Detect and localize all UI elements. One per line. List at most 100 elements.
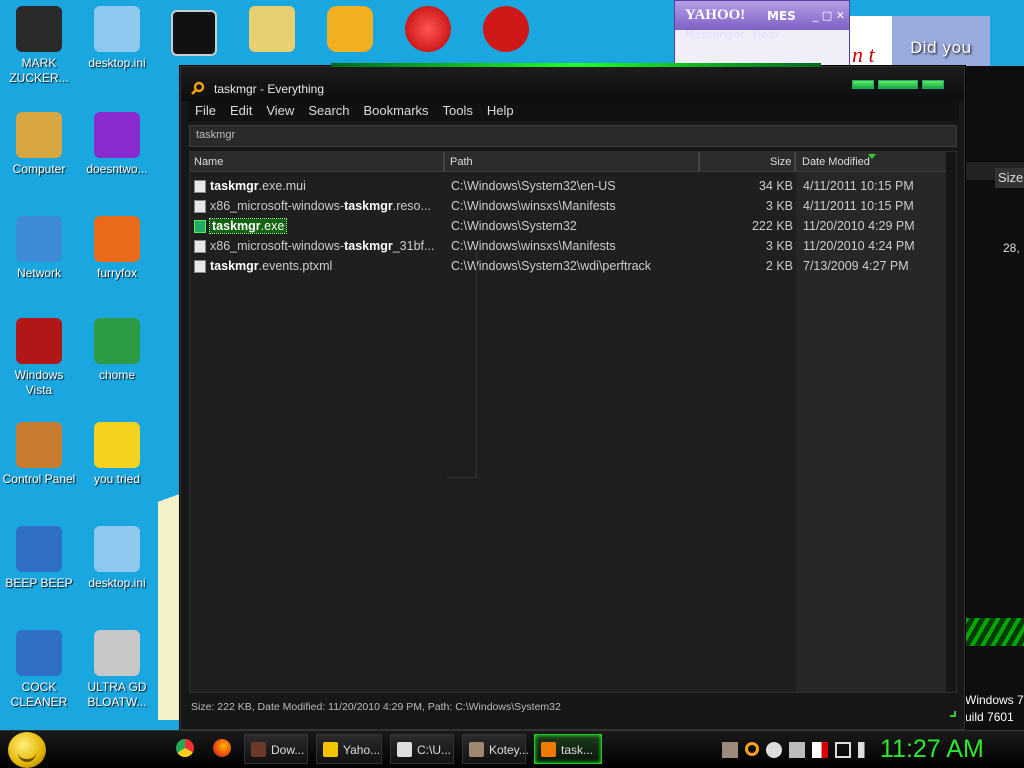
document-file-icon [194, 240, 206, 253]
menu-edit[interactable]: Edit [223, 101, 259, 121]
desktop-icon-label: MARK ZUCKER... [9, 56, 69, 85]
column-size[interactable]: Size [770, 156, 791, 168]
file-name-match: taskmgr [212, 219, 261, 233]
chrome-icon[interactable] [176, 739, 194, 757]
taskbar-button[interactable]: Kotey... [462, 734, 529, 764]
file-path: C:\Windows\winsxs\Manifests [451, 199, 616, 213]
desktop-icon[interactable]: Control Panel [0, 422, 78, 487]
taskbar-button[interactable]: task... [534, 734, 602, 764]
document-file-icon [194, 180, 206, 193]
file-name-suffix: .events.ptxml [258, 259, 333, 273]
desktop-icon[interactable]: chome [78, 318, 156, 383]
menu-bookmarks[interactable]: Bookmarks [357, 101, 436, 121]
column-separator[interactable] [698, 152, 700, 172]
file-size: 2 KB [765, 259, 793, 273]
desktop-icon-terminal[interactable] [155, 10, 233, 60]
column-separator[interactable] [794, 152, 796, 172]
desktop-icon[interactable]: desktop.ini [78, 526, 156, 591]
yahoo-messenger-window[interactable]: YAHOO! MES Messenger Help _ □ ✕ [674, 0, 850, 66]
desktop-icon-among-us[interactable] [233, 6, 311, 56]
taskbar-button[interactable]: Dow... [244, 734, 308, 764]
table-row[interactable]: taskmgr.exe C:\Windows\System32 222 KB 11/2… [190, 216, 946, 236]
banner-red-text: n t [852, 42, 875, 67]
clock[interactable]: 11:27 AM [880, 735, 984, 764]
start-button[interactable] [8, 732, 46, 768]
file-size: 3 KB [765, 239, 793, 253]
desktop-icon-label: desktop.ini [88, 56, 146, 70]
tooltip-shadow [447, 252, 477, 478]
desktop-icon[interactable]: ULTRA GD BLOATW... [78, 630, 156, 710]
desktop-icon[interactable]: Computer [0, 112, 78, 177]
taskbar-button[interactable]: Yaho... [316, 734, 382, 764]
minimize-button[interactable] [852, 80, 874, 89]
column-path[interactable]: Path [450, 156, 473, 168]
desktop-icon[interactable]: you tried [78, 422, 156, 487]
tray-flag-icon[interactable] [812, 742, 828, 758]
search-input[interactable]: taskmgr [189, 125, 957, 147]
table-row[interactable]: x86_microsoft-windows-taskmgr_31bf... C:\… [190, 236, 946, 256]
tray-volume-icon[interactable] [858, 742, 874, 758]
column-date-modified[interactable]: Date Modified [802, 156, 870, 168]
taskbar-button-label: Kotey... [489, 743, 529, 757]
desktop-icon-bad-piggies[interactable] [311, 6, 389, 56]
menu-view[interactable]: View [259, 101, 301, 121]
file-path: C:\Windows\System32\wdi\perftrack [451, 259, 652, 273]
desktop-app-icon [94, 216, 140, 262]
menu-search[interactable]: Search [301, 101, 356, 121]
desktop-icon-label: BEEP BEEP [5, 576, 73, 590]
desktop-icon[interactable]: BEEP BEEP [0, 526, 78, 591]
vertical-scrollbar[interactable] [946, 152, 956, 692]
resize-grip-icon[interactable] [950, 711, 956, 717]
build-text: uild 7601 [965, 710, 1014, 724]
window-controls[interactable] [852, 80, 944, 89]
background-windows-label: Windows 7 uild 7601 [965, 692, 1024, 726]
taskbar-button[interactable]: C:\U... [390, 734, 454, 764]
yahoo-tab-messenger[interactable]: Messenger [685, 28, 745, 41]
desktop-app-icon [16, 216, 62, 262]
menu-file[interactable]: File [188, 101, 223, 121]
desktop-icon-label: ULTRA GD BLOATW... [87, 680, 147, 709]
file-name-match: taskmgr [210, 259, 259, 273]
desktop-icon[interactable]: MARK ZUCKER... [0, 6, 78, 86]
desktop-app-icon [16, 526, 62, 572]
desktop-icon-dev-cpp[interactable] [467, 6, 545, 56]
tray-network-icon[interactable] [835, 742, 851, 758]
desktop-icon[interactable]: Windows Vista [0, 318, 78, 398]
tray-printer-icon[interactable] [789, 742, 805, 758]
yahoo-tab-help[interactable]: Help [753, 28, 778, 41]
maximize-button[interactable] [878, 80, 918, 89]
column-separator[interactable] [443, 152, 445, 172]
file-name-match: taskmgr [210, 179, 259, 193]
title-bar[interactable]: taskmgr - Everything [181, 67, 964, 101]
desktop-icon-label: COCK CLEANER [10, 680, 68, 709]
table-row[interactable]: taskmgr.exe.mui C:\Windows\System32\en-US… [190, 176, 946, 196]
desktop-icon[interactable]: Network [0, 216, 78, 281]
desktop-icon[interactable]: furryfox [78, 216, 156, 281]
desktop-icon[interactable]: COCK CLEANER [0, 630, 78, 710]
column-name[interactable]: Name [194, 156, 223, 168]
file-date: 11/20/2010 4:29 PM [803, 219, 915, 233]
taskbar-button-label: task... [561, 743, 594, 757]
menu-help[interactable]: Help [480, 101, 521, 121]
results-list[interactable]: Name Path Size Date Modified taskmgr.exe… [189, 151, 957, 693]
firefox-icon[interactable] [213, 739, 231, 757]
table-row[interactable]: taskmgr.events.ptxml C:\Windows\System32\… [190, 256, 946, 276]
taskbar-button-label: C:\U... [417, 743, 452, 757]
taskbar-app-icon [397, 742, 412, 757]
tray-search-icon[interactable] [745, 742, 759, 756]
menu-tools[interactable]: Tools [436, 101, 480, 121]
yahoo-window-controls[interactable]: _ □ ✕ [813, 9, 845, 22]
desktop-icon-label: desktop.ini [88, 576, 146, 590]
among-us-icon [249, 6, 295, 52]
desktop-icon-p-app[interactable] [389, 6, 467, 56]
table-row[interactable]: x86_microsoft-windows-taskmgr.reso... C:\… [190, 196, 946, 216]
desktop-icon[interactable]: doesntwo... [78, 112, 156, 177]
column-header: Name Path Size Date Modified [190, 152, 956, 172]
tray-messenger-icon[interactable] [766, 742, 782, 758]
file-name-prefix: x86_microsoft-windows- [210, 239, 345, 253]
desktop-icon-label: doesntwo... [86, 162, 148, 176]
tray-photo-icon[interactable] [722, 742, 738, 758]
desktop-icon[interactable]: desktop.ini [78, 6, 156, 71]
close-button[interactable] [922, 80, 944, 89]
everything-window[interactable]: taskmgr - Everything File Edit View Sear… [180, 63, 965, 730]
